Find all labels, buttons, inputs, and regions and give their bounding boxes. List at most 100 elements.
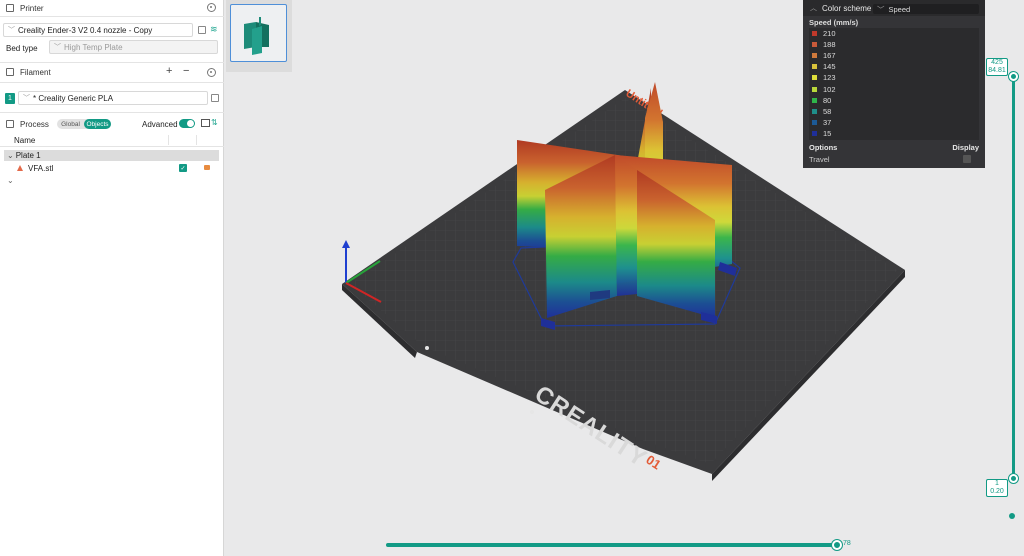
filament-index-badge[interactable]: 1 [5,93,15,104]
options-label: Options [809,143,838,152]
filament-select[interactable]: ﹀ * Creality Generic PLA [18,91,208,105]
printer-section-label: Printer [20,3,44,13]
layer-top-readout: 425 84.81 [986,58,1008,76]
legend-swatch [812,52,817,58]
printer-preset-select[interactable]: ﹀ Creality Ender-3 V2 0.4 nozzle - Copy [3,23,193,37]
bed-type-select[interactable]: ﹀ High Temp Plate [49,40,218,54]
lock-icon[interactable] [204,165,210,170]
chevron-down-icon: ﹀ [54,44,61,51]
chevron-down-icon: ﹀ [877,4,885,14]
edit-filament-icon[interactable] [211,94,219,102]
legend-value: 210 [823,28,836,38]
legend-swatch [812,120,817,126]
legend-value: 15 [823,129,832,139]
legend-swatch [812,30,817,36]
column-separator [196,135,197,145]
wifi-icon[interactable]: ≋ [210,24,218,35]
legend-item: 102 [812,84,836,94]
bed-type-label: Bed type [6,44,38,53]
filament-section-header[interactable]: Filament [0,64,224,80]
tree-view-icon[interactable]: ⇅ [211,118,218,127]
layer-slider-bottom-handle[interactable] [1009,474,1018,483]
top-layer-height: 84.81 [988,67,1006,74]
legend-value: 188 [823,39,836,49]
color-scheme-select[interactable]: ﹀ Speed [873,4,979,14]
bottom-layer-number: 1 [995,480,999,487]
slider-settings-dot[interactable] [1009,513,1015,519]
layer-bottom-readout: 1 0.20 [986,479,1008,497]
stl-file-icon [17,165,23,171]
plate-label: Plate 1 [15,151,41,160]
legend-value: 167 [823,50,836,60]
legend-item: 123 [812,73,836,83]
legend-items: 210 188 167 145 123 102 80 58 37 15 [809,28,979,140]
move-slider-value: 78 [843,540,851,547]
chevron-down-icon: ⌄ [7,151,14,160]
divider [0,82,224,83]
legend-value: 145 [823,62,836,72]
legend-value: 102 [823,84,836,94]
move-slider-track[interactable] [386,543,838,547]
legend-item: 167 [812,50,836,60]
legend-item: 37 [812,118,831,128]
filament-section-label: Filament [20,67,51,77]
sidebar: Printer ﹀ Creality Ender-3 V2 0.4 nozzle… [0,0,224,556]
divider [0,112,224,113]
expand-chevron-icon[interactable]: ⌄ [7,176,14,185]
legend-title: Speed (mm/s) [809,18,859,27]
legend-options-row: Options Display [809,143,979,152]
move-slider-handle[interactable] [832,540,842,550]
legend-value: 123 [823,73,836,83]
legend-swatch [812,86,817,92]
object-file-name: VFA.stl [28,164,54,173]
advanced-label: Advanced [142,120,178,129]
object-visible-checkbox[interactable]: ✓ [179,164,187,172]
filament-value: * Creality Generic PLA [33,93,114,103]
divider [0,62,224,63]
printer-preset-value: Creality Ender-3 V2 0.4 nozzle - Copy [18,25,153,35]
table-view-icon[interactable] [201,119,210,127]
tab-objects[interactable]: Objects [84,119,111,129]
process-icon [6,120,14,128]
layer-slider-top-handle[interactable] [1009,72,1018,81]
printer-section-header[interactable]: Printer [0,0,224,16]
legend-item: 145 [812,62,836,72]
color-scheme-label: Color scheme [822,3,872,13]
tab-global[interactable]: Global [57,119,84,129]
legend-item: 210 [812,28,836,38]
travel-display-checkbox[interactable] [963,155,971,163]
display-label: Display [952,143,979,152]
legend-panel: ︿ Color scheme ﹀ Speed Speed (mm/s) 210 1… [803,0,985,168]
legend-swatch [812,108,817,114]
collapse-icon[interactable]: ︿ [810,3,817,13]
legend-swatch [812,41,817,47]
legend-item: 58 [812,106,831,116]
legend-swatch [812,64,817,70]
top-layer-number: 425 [991,59,1003,66]
filament-settings-gear-icon[interactable] [207,68,216,77]
legend-swatch [812,97,817,103]
legend-swatch [812,75,817,81]
plate-row[interactable]: ⌄ Plate 1 [4,150,219,161]
name-column-header[interactable]: Name [14,136,35,145]
process-section-label: Process [20,119,49,129]
object-list-header: Name [0,133,224,147]
chevron-down-icon: ﹀ [23,95,30,102]
legend-item: 80 [812,95,831,105]
object-row[interactable]: VFA.stl ✓ [0,163,224,174]
printer-icon [6,4,14,12]
legend-item: 188 [812,39,836,49]
layer-slider-track[interactable] [1012,76,1015,478]
chevron-down-icon: ﹀ [8,27,15,34]
travel-label: Travel [809,155,830,164]
color-scheme-value: Speed [888,4,911,14]
printer-settings-gear-icon[interactable] [207,3,216,12]
legend-value: 58 [823,106,832,116]
column-separator [168,135,169,145]
edit-printer-icon[interactable] [198,26,206,34]
legend-value: 80 [823,95,832,105]
add-filament-button[interactable]: + [166,65,172,77]
advanced-toggle[interactable] [179,119,195,128]
legend-item: 15 [812,129,831,139]
remove-filament-button[interactable]: − [183,65,189,77]
